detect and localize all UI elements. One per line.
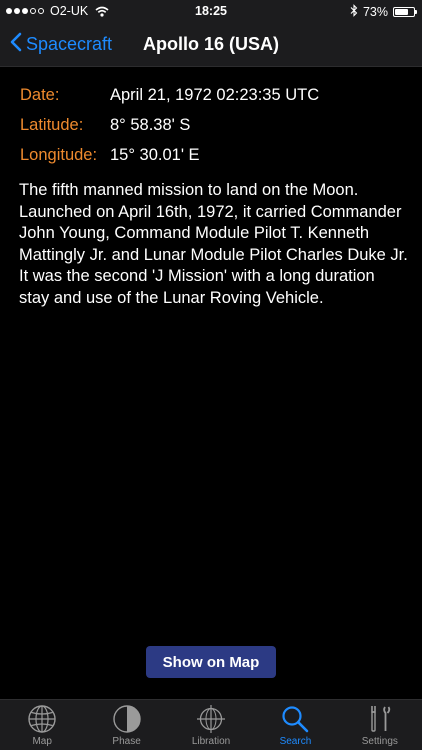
tab-label: Libration bbox=[191, 736, 231, 747]
tab-label: Search bbox=[279, 736, 312, 747]
status-bar: O2-UK 18:25 73% bbox=[0, 0, 422, 24]
latitude-value: 8° 58.38' S bbox=[110, 115, 191, 134]
battery-icon bbox=[393, 7, 417, 17]
settings-tools-icon bbox=[365, 704, 395, 734]
latitude-label: Latitude: bbox=[20, 115, 84, 134]
tab-phase[interactable]: Phase bbox=[84, 700, 168, 750]
mission-description: The fifth manned mission to land on the … bbox=[19, 181, 408, 307]
battery-tip bbox=[415, 10, 417, 14]
tab-map[interactable]: Map bbox=[0, 700, 84, 750]
date-label: Date: bbox=[20, 85, 60, 104]
tab-search[interactable]: Search bbox=[253, 700, 337, 750]
tab-label: Phase bbox=[112, 736, 141, 747]
status-right: 73% bbox=[350, 4, 417, 20]
info-row-date: Date: April 21, 1972 02:23:35 UTC bbox=[20, 80, 319, 110]
navigation-bar: Spacecraft Apollo 16 (USA) bbox=[0, 24, 422, 67]
longitude-label: Longitude: bbox=[20, 145, 98, 164]
battery-percentage: 73% bbox=[362, 5, 388, 19]
battery-fill bbox=[395, 9, 409, 15]
page-title: Apollo 16 (USA) bbox=[142, 34, 279, 54]
tab-bar: Map Phase Libration Search Settings bbox=[0, 699, 422, 750]
bluetooth-icon bbox=[350, 4, 358, 20]
moon-phase-icon bbox=[112, 704, 142, 734]
mission-info: Date: April 21, 1972 02:23:35 UTC Latitu… bbox=[20, 80, 319, 170]
tab-label: Settings bbox=[361, 736, 398, 747]
libration-icon bbox=[196, 704, 226, 734]
tab-settings[interactable]: Settings bbox=[338, 700, 422, 750]
search-icon bbox=[280, 704, 310, 734]
info-row-latitude: Latitude: 8° 58.38' S bbox=[20, 110, 319, 140]
info-row-longitude: Longitude: 15° 30.01' E bbox=[20, 140, 319, 170]
date-value: April 21, 1972 02:23:35 UTC bbox=[110, 85, 320, 104]
tab-libration[interactable]: Libration bbox=[169, 700, 253, 750]
longitude-value: 15° 30.01' E bbox=[110, 145, 200, 164]
tab-label: Map bbox=[32, 736, 52, 747]
show-on-map-button[interactable]: Show on Map bbox=[146, 646, 276, 678]
globe-icon bbox=[27, 704, 57, 734]
